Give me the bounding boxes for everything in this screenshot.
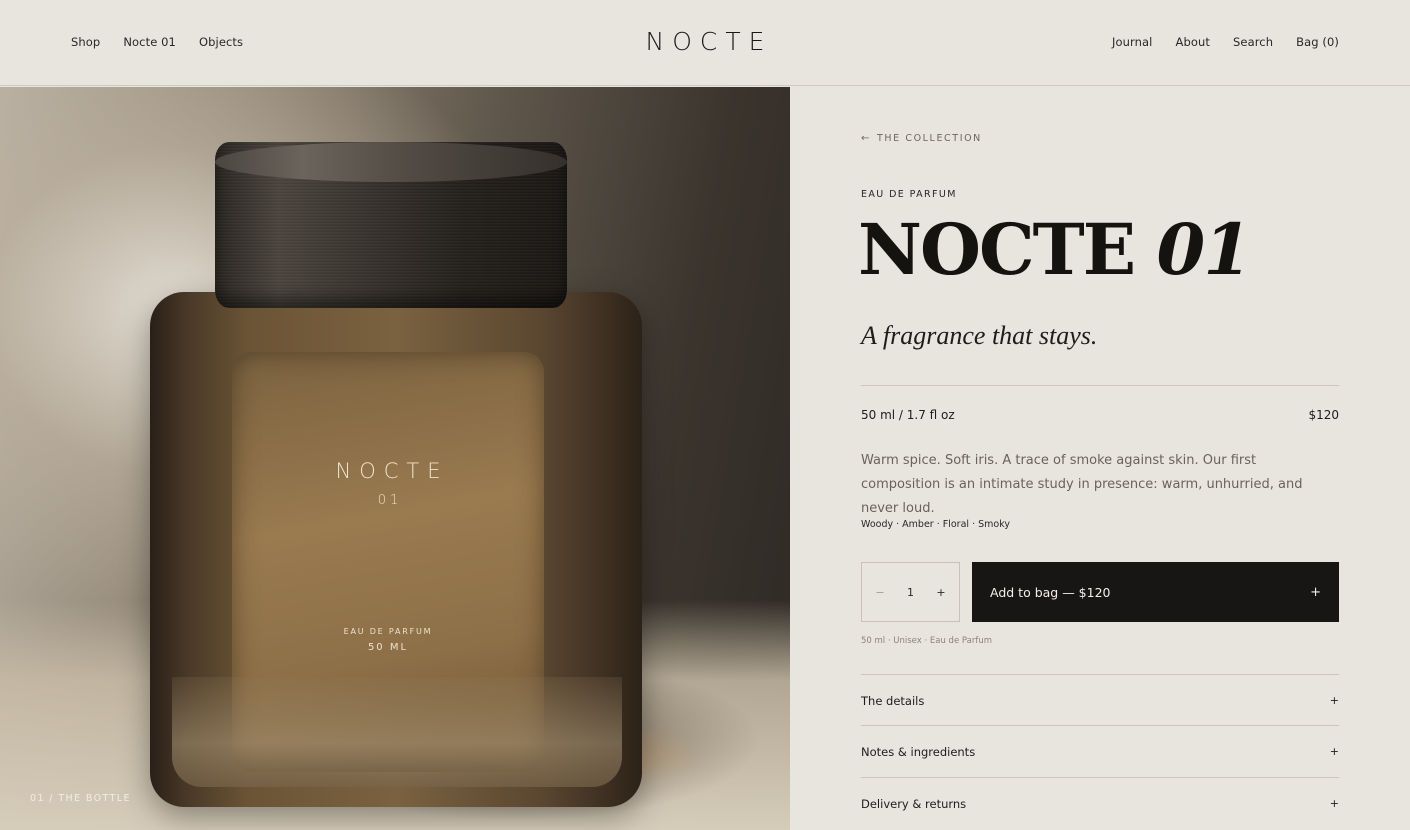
- accordion-label: Delivery & returns: [861, 796, 967, 811]
- quantity-decrease-button[interactable]: −: [873, 586, 887, 599]
- bottle-label-name: NOCTE: [335, 459, 449, 483]
- arrow-left-icon: ←: [861, 133, 871, 144]
- nav-bag[interactable]: Bag (0): [1296, 35, 1339, 49]
- bottle-label-lower: EAU DE PARFUM 50 ML: [232, 627, 544, 653]
- image-caption: 01 / THE BOTTLE: [30, 793, 131, 804]
- back-to-collection-link[interactable]: ← THE COLLECTION: [861, 133, 982, 144]
- accordion-the-details[interactable]: The details +: [861, 674, 1339, 726]
- quantity-value: 1: [907, 585, 914, 599]
- product-description: Warm spice. Soft iris. A trace of smoke …: [861, 453, 1303, 516]
- product-image: NOCTE 01 EAU DE PARFUM 50 ML 01 / THE BO…: [0, 87, 790, 830]
- nav-journal[interactable]: Journal: [1112, 35, 1152, 49]
- site-header: Shop Nocte 01 Objects NOCTE Journal Abou…: [0, 0, 1410, 86]
- product-category: EAU DE PARFUM: [861, 189, 957, 200]
- bottle-base: [172, 677, 622, 787]
- nav-search[interactable]: Search: [1233, 35, 1273, 49]
- product-price: $120: [1308, 408, 1339, 422]
- scent-notes: Woody · Amber · Floral · Smoky: [861, 519, 1010, 530]
- plus-icon: +: [1310, 584, 1321, 600]
- accordion-label: Notes & ingredients: [861, 744, 976, 759]
- utility-nav: Journal About Search Bag (0): [1112, 35, 1339, 49]
- bottle-label-volume: 50 ML: [367, 642, 409, 653]
- product-tagline: A fragrance that stays.: [861, 321, 1098, 350]
- plus-icon: +: [1329, 745, 1339, 758]
- product-title-main: NOCTE: [858, 208, 1136, 291]
- bottle-label-number: 01: [377, 493, 403, 508]
- add-to-bag-label: Add to bag — $120: [990, 584, 1111, 600]
- divider: [861, 385, 1339, 386]
- accordion-notes-ingredients[interactable]: Notes & ingredients +: [861, 725, 1339, 777]
- product-title-number: 01: [1156, 208, 1252, 291]
- back-link-label: THE COLLECTION: [876, 133, 982, 144]
- bottle-label-type: EAU DE PARFUM: [343, 627, 433, 636]
- quantity-increase-button[interactable]: +: [934, 586, 948, 599]
- nav-about[interactable]: About: [1175, 35, 1210, 49]
- product-meta: 50 ml · Unisex · Eau de Parfum: [861, 636, 992, 646]
- accordion-label: The details: [861, 693, 925, 708]
- quantity-stepper: − 1 +: [861, 562, 960, 622]
- plus-icon: +: [1329, 797, 1339, 810]
- product-title: NOCTE 01: [858, 215, 1252, 285]
- accordion-delivery-returns[interactable]: Delivery & returns +: [861, 777, 1339, 829]
- plus-icon: +: [1329, 694, 1339, 707]
- add-to-bag-button[interactable]: Add to bag — $120 +: [972, 562, 1339, 622]
- bottle-label: NOCTE 01: [232, 459, 544, 508]
- bottle-cap-top: [215, 142, 567, 182]
- product-size: 50 ml / 1.7 fl oz: [861, 408, 955, 422]
